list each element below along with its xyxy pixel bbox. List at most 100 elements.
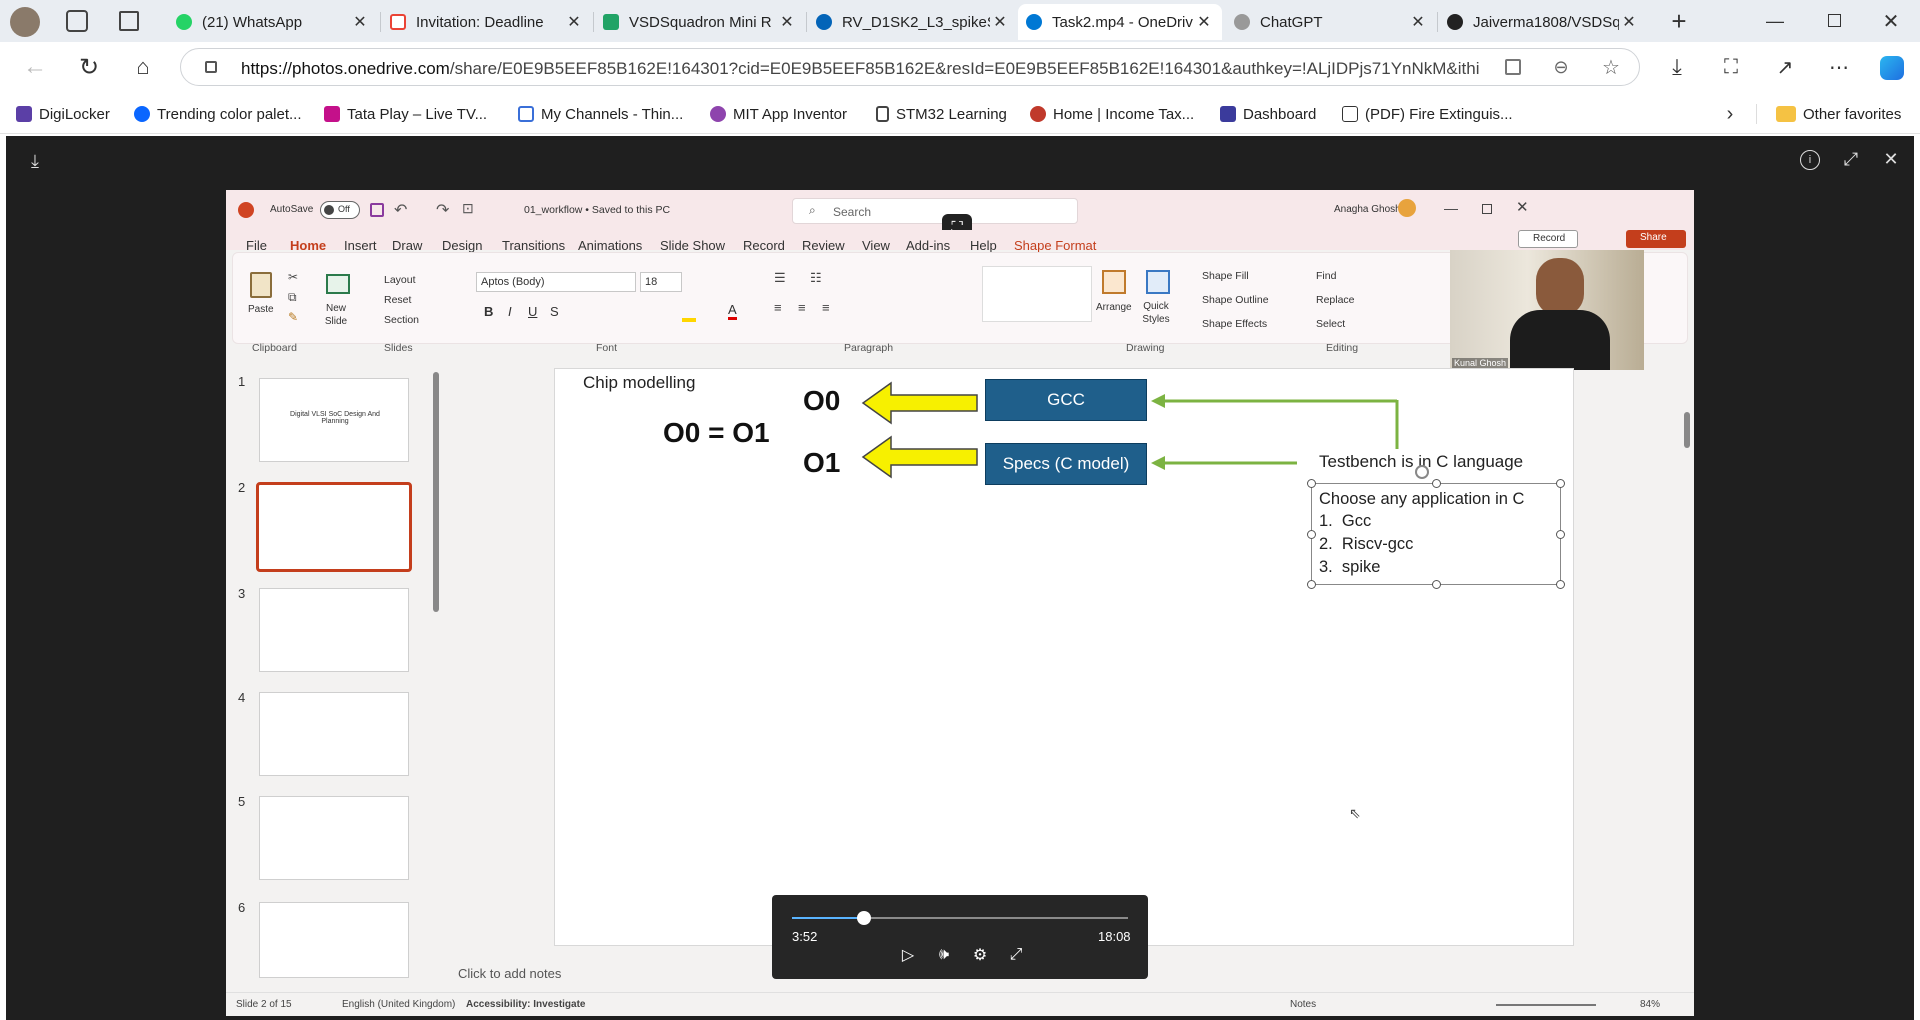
paste-button[interactable]: Paste <box>248 304 274 315</box>
screenshot-icon[interactable]: ⛶ <box>1716 52 1746 82</box>
close-tab-icon[interactable]: ✕ <box>990 12 1010 32</box>
save-icon[interactable] <box>370 203 384 217</box>
thumbnail-scrollbar[interactable] <box>433 372 439 612</box>
new-slide-icon[interactable] <box>326 274 350 294</box>
notes-button[interactable]: Notes <box>1290 999 1316 1010</box>
tab-draw[interactable]: Draw <box>392 238 422 253</box>
redo-icon[interactable]: ↷ <box>436 200 449 220</box>
home-icon[interactable]: ⌂ <box>128 52 158 82</box>
tab-help[interactable]: Help <box>970 238 997 253</box>
favorite-dashboard[interactable]: Dashboard <box>1220 102 1316 126</box>
rotate-handle-icon[interactable] <box>1415 465 1429 479</box>
application-textbox[interactable]: Choose any application in C 1. Gcc 2. Ri… <box>1307 479 1565 589</box>
present-icon[interactable]: ⊡ <box>462 200 474 217</box>
replace-button[interactable]: Replace <box>1316 294 1355 306</box>
section-button[interactable]: Section <box>384 314 419 326</box>
expand-icon[interactable]: ⤢ <box>1840 148 1862 170</box>
find-button[interactable]: Find <box>1316 270 1336 282</box>
new-tab-button[interactable]: + <box>1664 6 1694 36</box>
url-text[interactable]: https://photos.onedrive.com/share/E0E9B5… <box>241 59 1481 79</box>
tab-home[interactable]: Home <box>290 238 326 253</box>
tab-animations[interactable]: Animations <box>578 238 642 253</box>
profile-avatar[interactable] <box>10 7 40 37</box>
user-avatar[interactable] <box>1398 199 1416 217</box>
shape-effects-button[interactable]: Shape Effects <box>1202 318 1267 330</box>
close-window-button[interactable]: ✕ <box>1876 6 1906 36</box>
font-size-select[interactable]: 18 <box>640 272 682 292</box>
tab-shape-format[interactable]: Shape Format <box>1014 238 1096 253</box>
favorite-mit-app-inventor[interactable]: MIT App Inventor <box>710 102 847 126</box>
shape-fill-button[interactable]: Shape Fill <box>1202 270 1249 282</box>
underline-icon[interactable]: U <box>528 304 537 319</box>
align-left-icon[interactable]: ≡ <box>774 300 782 315</box>
paste-icon[interactable] <box>250 272 272 298</box>
shapes-gallery[interactable] <box>982 266 1092 322</box>
more-menu-icon[interactable]: ⋯ <box>1824 52 1854 82</box>
tab-add-ins[interactable]: Add-ins <box>906 238 950 253</box>
copilot-icon[interactable] <box>1880 56 1904 80</box>
close-tab-icon[interactable]: ✕ <box>1619 12 1639 32</box>
record-button[interactable]: Record <box>1518 230 1578 248</box>
favorite-tata-play[interactable]: Tata Play – Live TV... <box>324 102 487 126</box>
tab-design[interactable]: Design <box>442 238 482 253</box>
slide-thumbnail-3[interactable] <box>259 588 409 672</box>
tab-review[interactable]: Review <box>802 238 845 253</box>
restore-button[interactable] <box>1828 14 1841 27</box>
tab-transitions[interactable]: Transitions <box>502 238 565 253</box>
ppt-minimize-icon[interactable]: — <box>1444 200 1458 216</box>
seek-bar-thumb[interactable] <box>856 911 871 925</box>
align-right-icon[interactable]: ≡ <box>822 300 830 315</box>
tab-actions-icon[interactable] <box>119 11 139 31</box>
cut-icon[interactable]: ✂ <box>288 270 298 284</box>
tab-record[interactable]: Record <box>743 238 785 253</box>
chevron-right-icon[interactable]: › <box>1720 102 1740 126</box>
align-center-icon[interactable]: ≡ <box>798 300 806 315</box>
slide-thumbnail-4[interactable] <box>259 692 409 776</box>
shape-outline-button[interactable]: Shape Outline <box>1202 294 1269 306</box>
close-tab-icon[interactable]: ✕ <box>564 12 584 32</box>
new-slide-button[interactable]: New Slide <box>318 302 354 328</box>
font-color-icon[interactable]: A <box>728 302 737 320</box>
tab-invitation[interactable]: Invitation: Deadline ✕ <box>382 4 592 40</box>
ppt-restore-icon[interactable] <box>1482 204 1492 214</box>
copy-icon[interactable]: ⧉ <box>288 290 297 305</box>
volume-icon[interactable]: 🕪 <box>932 943 956 967</box>
accessibility-status[interactable]: Accessibility: Investigate <box>466 999 586 1010</box>
other-favorites[interactable]: Other favorites <box>1776 102 1901 126</box>
undo-icon[interactable]: ↶ <box>394 200 407 220</box>
immersive-reader-icon[interactable] <box>1505 59 1521 75</box>
tab-insert[interactable]: Insert <box>344 238 377 253</box>
favorite-fire-extinguisher-pdf[interactable]: (PDF) Fire Extinguis... <box>1342 102 1513 126</box>
layout-button[interactable]: Layout <box>384 274 416 286</box>
zoom-slider[interactable] <box>1496 1004 1596 1006</box>
quick-styles-button[interactable]: Quick Styles <box>1140 300 1172 326</box>
favorite-income-tax[interactable]: Home | Income Tax... <box>1030 102 1194 126</box>
tab-rv-d1sk2[interactable]: RV_D1SK2_L3_spikeS ✕ <box>808 4 1018 40</box>
close-viewer-icon[interactable]: ✕ <box>1880 148 1902 170</box>
ppt-search-box[interactable]: ⌕ Search <box>792 198 1078 224</box>
tab-chatgpt[interactable]: ChatGPT ✕ <box>1226 4 1436 40</box>
close-tab-icon[interactable]: ✕ <box>1408 12 1428 32</box>
slide-scrollbar[interactable] <box>1684 412 1690 448</box>
notes-placeholder[interactable]: Click to add notes <box>458 966 561 981</box>
reset-button[interactable]: Reset <box>384 294 411 306</box>
play-icon[interactable]: ▷ <box>896 943 920 967</box>
close-tab-icon[interactable]: ✕ <box>350 12 370 32</box>
favorite-star-icon[interactable]: ☆ <box>1599 53 1623 81</box>
bullets-icon[interactable]: ☰ <box>774 270 786 286</box>
download-icon[interactable]: ⤓ <box>24 150 46 172</box>
settings-gear-icon[interactable]: ⚙ <box>968 943 992 967</box>
slide-thumbnail-2[interactable] <box>256 482 412 572</box>
share-button[interactable]: Share <box>1626 230 1686 248</box>
format-painter-icon[interactable]: ✎ <box>288 310 298 324</box>
close-tab-icon[interactable]: ✕ <box>777 12 797 32</box>
share-icon[interactable]: ↗ <box>1770 52 1800 82</box>
select-button[interactable]: Select <box>1316 318 1345 330</box>
bold-icon[interactable]: B <box>484 304 493 319</box>
downloads-icon[interactable]: ⤓ <box>1662 52 1692 82</box>
tab-whatsapp[interactable]: (21) WhatsApp ✕ <box>168 4 378 40</box>
strikethrough-icon[interactable]: S <box>550 304 559 319</box>
quick-styles-icon[interactable] <box>1146 270 1170 294</box>
highlight-icon[interactable] <box>682 318 696 322</box>
back-icon[interactable]: ← <box>20 52 50 82</box>
